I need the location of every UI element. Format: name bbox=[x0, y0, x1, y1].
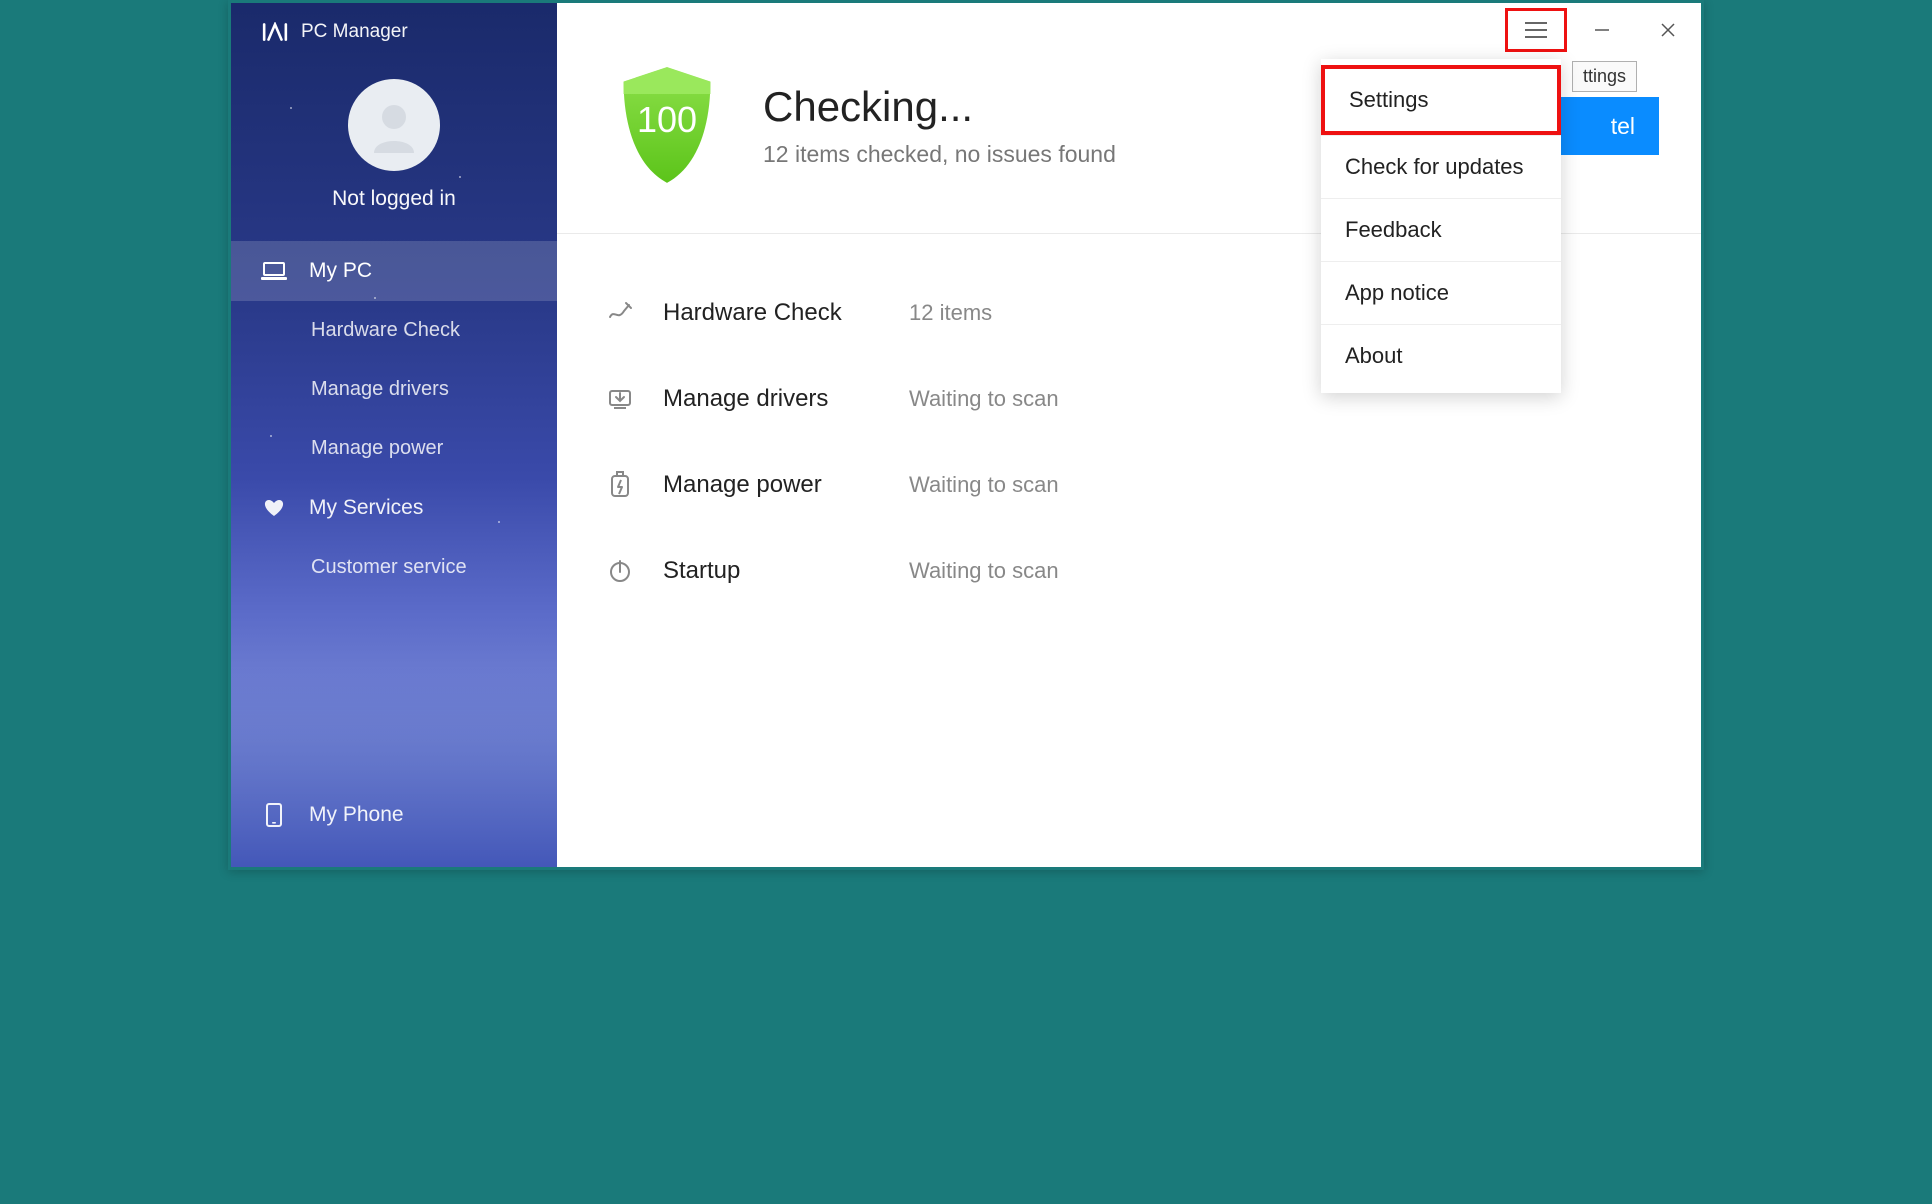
sidebar-item-my-pc[interactable]: My PC bbox=[231, 241, 557, 301]
menu-item-settings[interactable]: Settings bbox=[1321, 65, 1561, 135]
check-status: Waiting to scan bbox=[909, 386, 1059, 412]
sidebar-item-customer-service[interactable]: Customer service bbox=[231, 538, 557, 597]
main-content: ttings tel Settings Check for updates Fe… bbox=[557, 3, 1701, 867]
app-window: PC Manager Not logged in My PC Hardware … bbox=[228, 0, 1704, 870]
phone-icon bbox=[261, 804, 287, 826]
window-controls bbox=[1505, 3, 1701, 57]
close-icon bbox=[1659, 21, 1677, 39]
hero-title: Checking... bbox=[763, 83, 1116, 131]
sidebar-item-manage-drivers[interactable]: Manage drivers bbox=[231, 360, 557, 419]
check-label: Hardware Check bbox=[663, 299, 873, 327]
hamburger-menu-popup: Settings Check for updates Feedback App … bbox=[1321, 59, 1561, 393]
check-status: 12 items bbox=[909, 300, 992, 326]
sidebar-nav: My PC Hardware Check Manage drivers Mana… bbox=[231, 241, 557, 597]
app-title: PC Manager bbox=[301, 21, 408, 43]
cancel-button-label: tel bbox=[1611, 113, 1635, 140]
menu-item-label: Check for updates bbox=[1345, 154, 1524, 179]
sidebar-item-manage-power[interactable]: Manage power bbox=[231, 419, 557, 478]
menu-item-about[interactable]: About bbox=[1321, 324, 1561, 387]
check-label: Manage drivers bbox=[663, 385, 873, 413]
sidebar: PC Manager Not logged in My PC Hardware … bbox=[231, 3, 557, 867]
sidebar-item-label: Manage drivers bbox=[311, 378, 449, 401]
check-status: Waiting to scan bbox=[909, 472, 1059, 498]
sidebar-item-label: Hardware Check bbox=[311, 319, 460, 342]
drivers-icon bbox=[603, 382, 637, 416]
sidebar-item-label: My Services bbox=[309, 496, 423, 520]
hardware-check-icon bbox=[603, 296, 637, 330]
settings-tooltip: ttings bbox=[1572, 61, 1637, 92]
app-title-row: PC Manager bbox=[231, 3, 557, 49]
power-icon bbox=[603, 468, 637, 502]
health-shield: 100 bbox=[615, 63, 719, 187]
menu-item-feedback[interactable]: Feedback bbox=[1321, 198, 1561, 261]
hamburger-menu-button[interactable] bbox=[1505, 8, 1567, 52]
sidebar-item-my-services[interactable]: My Services bbox=[231, 478, 557, 538]
heart-icon bbox=[261, 497, 287, 519]
sidebar-item-label: Manage power bbox=[311, 437, 443, 460]
check-row-startup[interactable]: Startup Waiting to scan bbox=[603, 528, 1701, 614]
sidebar-bottom: My Phone bbox=[231, 785, 557, 845]
hero-subtitle: 12 items checked, no issues found bbox=[763, 141, 1116, 168]
startup-icon bbox=[603, 554, 637, 588]
check-row-power[interactable]: Manage power Waiting to scan bbox=[603, 442, 1701, 528]
profile-area[interactable]: Not logged in bbox=[231, 49, 557, 241]
close-button[interactable] bbox=[1635, 3, 1701, 57]
menu-item-label: Feedback bbox=[1345, 217, 1442, 242]
menu-item-label: About bbox=[1345, 343, 1403, 368]
check-status: Waiting to scan bbox=[909, 558, 1059, 584]
menu-item-app-notice[interactable]: App notice bbox=[1321, 261, 1561, 324]
sidebar-item-hardware-check[interactable]: Hardware Check bbox=[231, 301, 557, 360]
laptop-icon bbox=[261, 260, 287, 282]
avatar[interactable] bbox=[348, 79, 440, 171]
profile-name: Not logged in bbox=[332, 187, 456, 211]
menu-item-label: App notice bbox=[1345, 280, 1449, 305]
sidebar-item-my-phone[interactable]: My Phone bbox=[231, 785, 557, 845]
avatar-icon bbox=[366, 97, 422, 153]
menu-item-check-updates[interactable]: Check for updates bbox=[1321, 135, 1561, 198]
menu-item-label: Settings bbox=[1349, 87, 1429, 112]
check-label: Startup bbox=[663, 557, 873, 585]
sidebar-item-label: Customer service bbox=[311, 556, 467, 579]
minimize-button[interactable] bbox=[1569, 3, 1635, 57]
hamburger-icon bbox=[1523, 21, 1549, 39]
minimize-icon bbox=[1593, 21, 1611, 39]
check-label: Manage power bbox=[663, 471, 873, 499]
logo-icon bbox=[261, 22, 289, 42]
sidebar-item-label: My Phone bbox=[309, 803, 404, 827]
health-score: 100 bbox=[615, 63, 719, 187]
hero-text: Checking... 12 items checked, no issues … bbox=[763, 83, 1116, 168]
sidebar-item-label: My PC bbox=[309, 259, 372, 283]
